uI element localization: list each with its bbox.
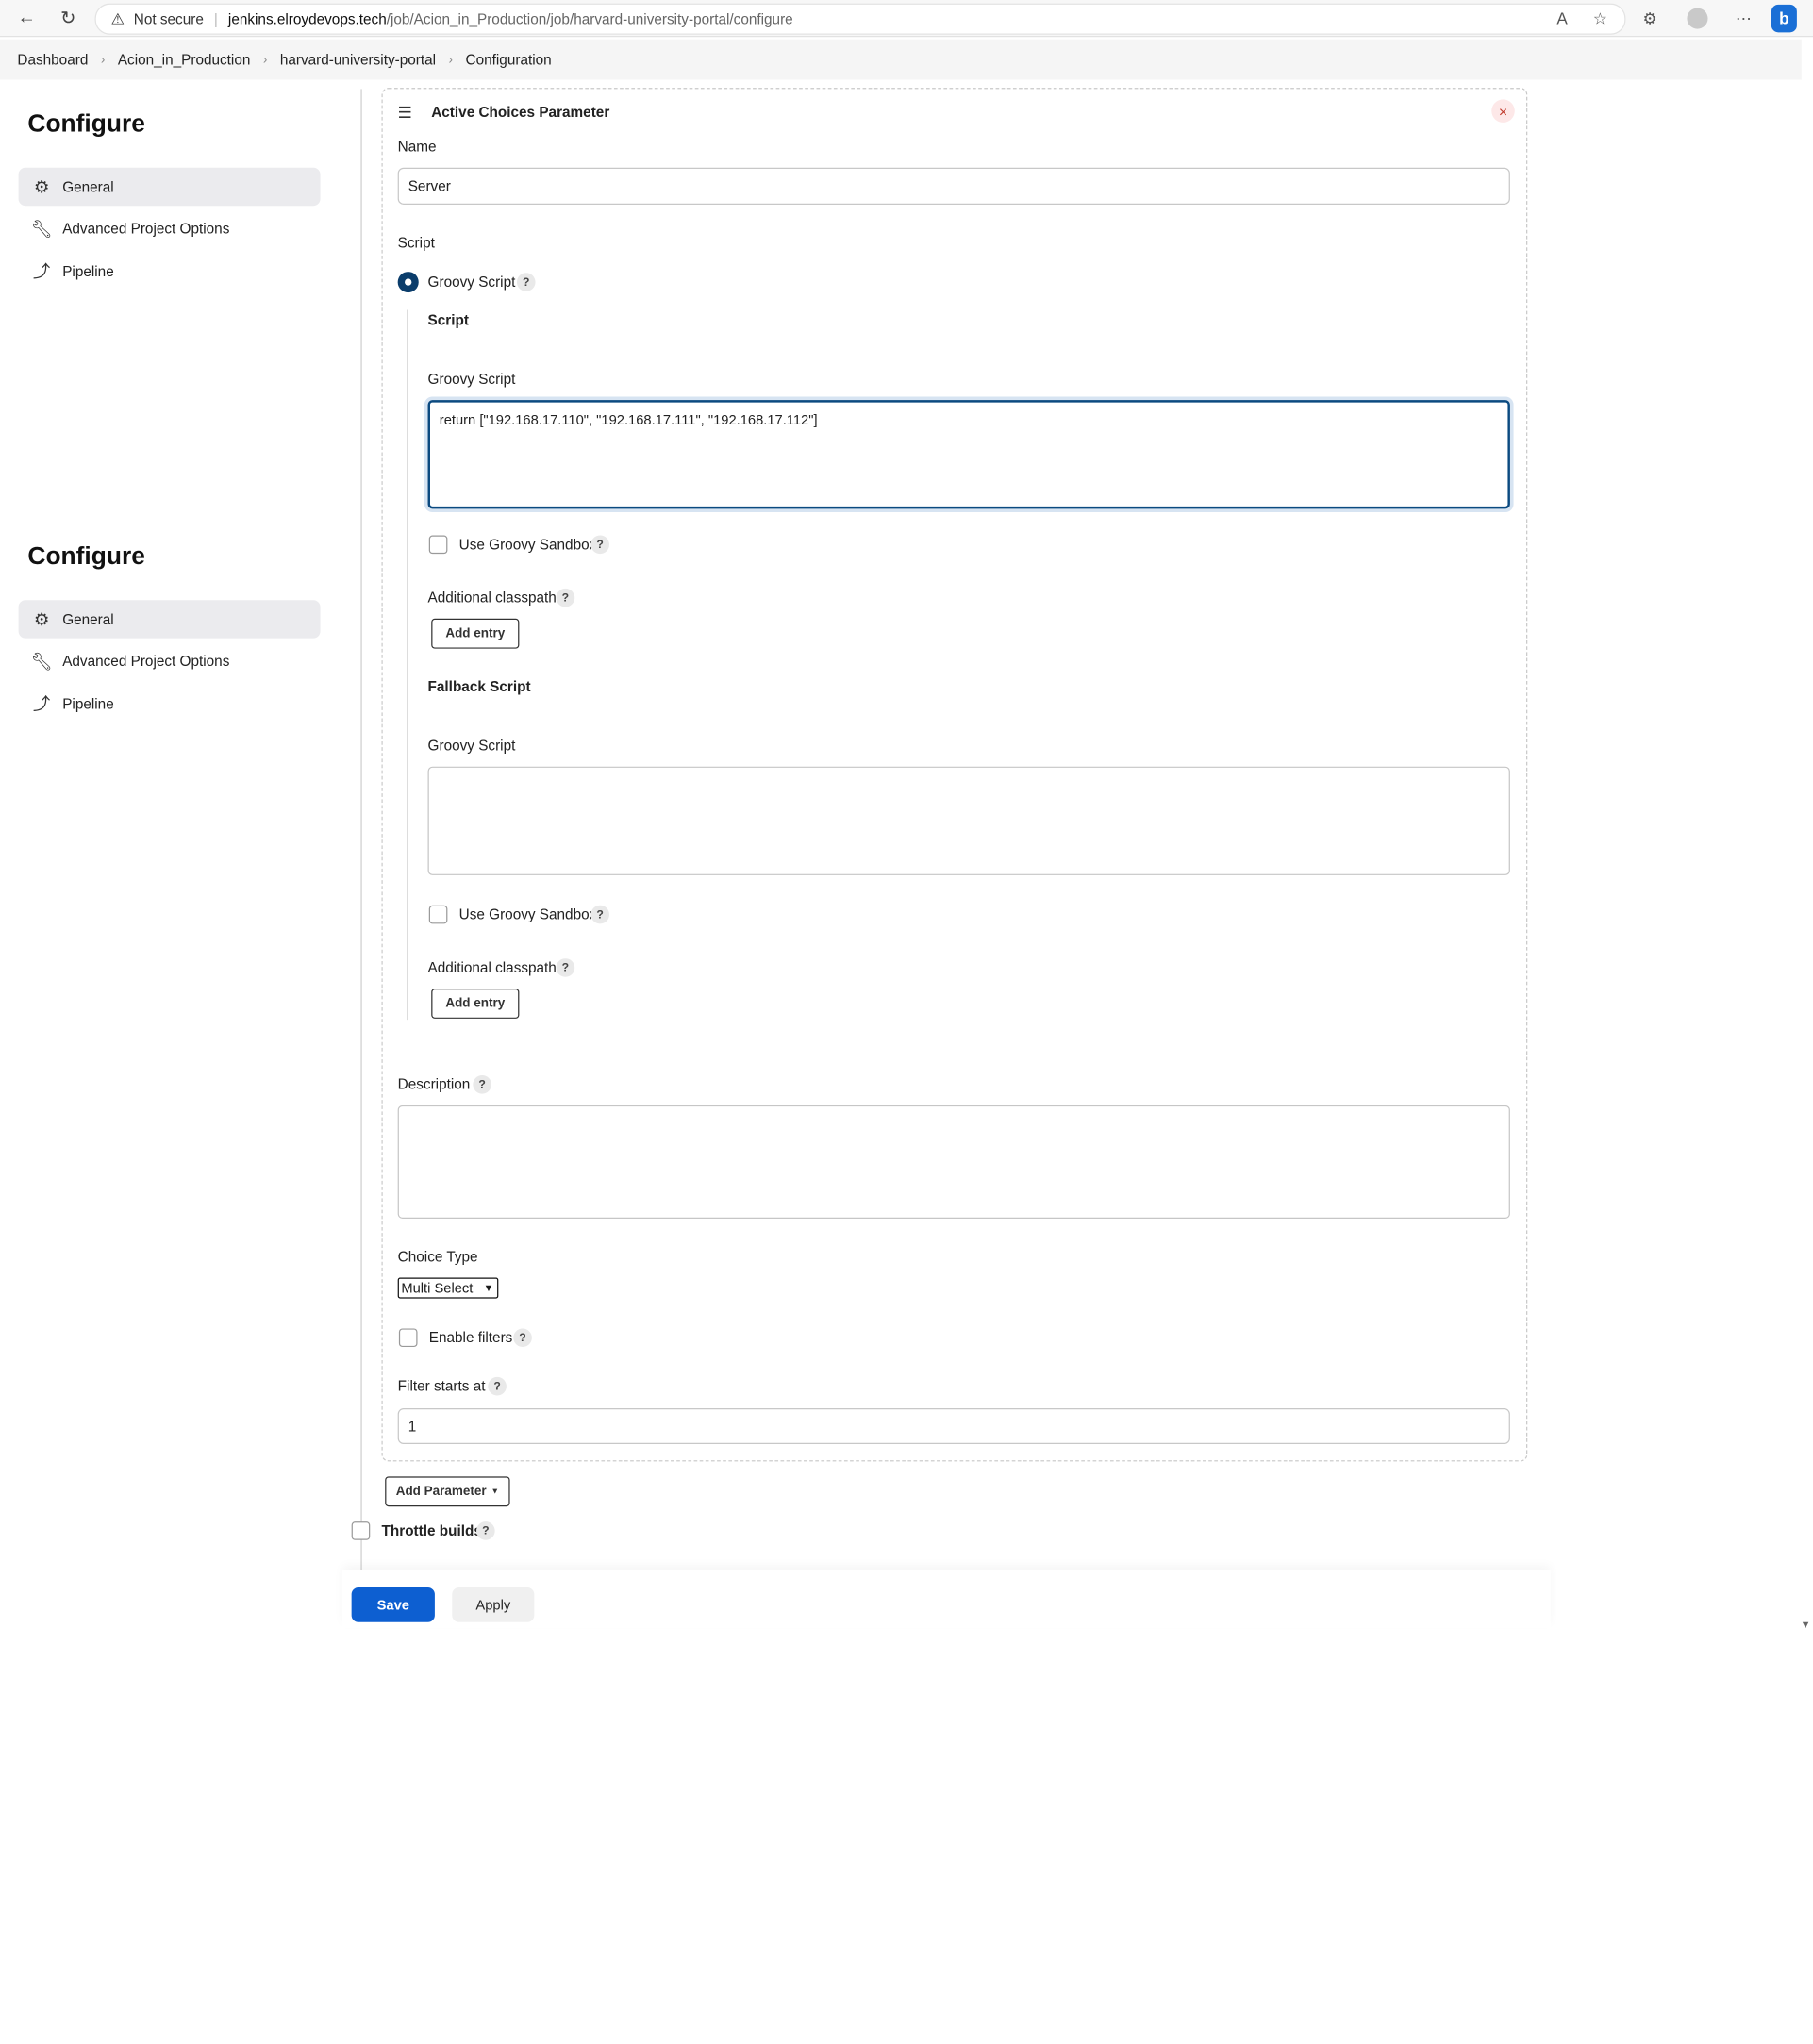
name-label: Name: [397, 139, 437, 156]
use-groovy-sandbox-label: Use Groovy Sandbox: [458, 536, 597, 553]
groovy-script-label: Groovy Script: [427, 371, 516, 388]
chevron-right-icon: ›: [100, 52, 106, 67]
sidebar-item-label: Pipeline: [62, 695, 114, 712]
back-icon[interactable]: ←: [14, 6, 40, 31]
sidebar-item-label: Advanced Project Options: [62, 652, 230, 670]
choice-type-value: Multi Select: [401, 1279, 474, 1297]
add-parameter-label: Add Parameter: [395, 1484, 487, 1499]
drag-handle-icon[interactable]: ☰: [398, 103, 412, 123]
sidebar-item-label: Pipeline: [62, 262, 114, 280]
sidebar-title: Configure: [27, 109, 145, 138]
script-label: Script: [397, 234, 435, 251]
extensions-icon[interactable]: ⚙: [1638, 6, 1663, 31]
address-bar[interactable]: ⚠ Not secure | jenkins.elroydevops.tech /…: [94, 3, 1626, 35]
groovy-script-radio-label: Groovy Script: [427, 274, 516, 291]
browser-toolbar: ← ↻ ⚠ Not secure | jenkins.elroydevops.t…: [0, 0, 1813, 38]
favorite-star-icon[interactable]: ☆: [1588, 6, 1613, 31]
pipeline-icon: ⤴: [32, 262, 51, 283]
groovy-script-textarea[interactable]: return ["192.168.17.110", "192.168.17.11…: [427, 400, 1510, 509]
gear-icon: ⚙: [33, 177, 50, 197]
enable-filters-label: Enable filters: [428, 1329, 513, 1346]
help-icon[interactable]: ?: [513, 1328, 532, 1348]
chevron-right-icon: ›: [262, 52, 268, 67]
script-section-title: Script: [427, 311, 469, 329]
profile-avatar-icon[interactable]: [1687, 8, 1708, 29]
help-icon[interactable]: ?: [476, 1521, 495, 1540]
add-entry-button[interactable]: Add entry: [431, 618, 520, 649]
parameter-header: Active Choices Parameter: [431, 104, 610, 121]
filter-starts-input[interactable]: 1: [397, 1408, 1510, 1445]
fallback-additional-classpath-label: Additional classpath: [427, 959, 557, 976]
choice-type-select[interactable]: Multi Select ▼: [397, 1277, 499, 1299]
help-icon[interactable]: ?: [473, 1074, 491, 1094]
chevron-right-icon: ›: [448, 52, 454, 67]
gear-icon: ⚙: [33, 609, 50, 630]
caret-down-icon: ▼: [491, 1487, 500, 1496]
refresh-icon[interactable]: ↻: [56, 6, 81, 31]
sidebar-title: Configure: [27, 541, 145, 571]
url-separator: |: [213, 10, 218, 27]
use-groovy-sandbox-checkbox[interactable]: [428, 535, 448, 555]
help-icon[interactable]: ?: [590, 905, 609, 924]
section-divider: [360, 89, 362, 1571]
read-aloud-icon[interactable]: A: [1550, 6, 1575, 31]
sidebar-item-advanced[interactable]: 🔧︎ Advanced Project Options: [19, 209, 321, 247]
pipeline-icon: ⤴: [32, 694, 51, 715]
breadcrumb-job[interactable]: harvard-university-portal: [280, 52, 436, 68]
groovy-script-radio[interactable]: [397, 272, 419, 293]
fallback-add-entry-button[interactable]: Add entry: [431, 989, 520, 1019]
wrench-icon: 🔧︎: [30, 651, 53, 672]
warning-icon: ⚠: [110, 9, 125, 27]
add-parameter-button[interactable]: Add Parameter ▼: [385, 1476, 510, 1507]
fallback-groovy-script-label: Groovy Script: [427, 738, 516, 755]
throttle-builds-label: Throttle builds: [381, 1522, 482, 1539]
sidebar-item-label: Advanced Project Options: [62, 220, 230, 237]
breadcrumb-configuration[interactable]: Configuration: [466, 52, 552, 68]
fallback-script-title: Fallback Script: [427, 678, 531, 695]
url-host: jenkins.elroydevops.tech: [227, 10, 387, 27]
wrench-icon: 🔧︎: [30, 219, 53, 240]
apply-button[interactable]: Apply: [452, 1587, 535, 1622]
help-icon[interactable]: ?: [590, 535, 609, 555]
chevron-down-icon: ▼: [483, 1282, 494, 1294]
name-input[interactable]: Server: [397, 167, 1510, 205]
help-icon[interactable]: ?: [516, 273, 536, 291]
sidebar-item-label: General: [62, 610, 114, 627]
choice-type-label: Choice Type: [397, 1248, 478, 1266]
description-textarea[interactable]: [397, 1105, 1510, 1219]
sidebar-item-label: General: [62, 178, 114, 195]
fallback-use-groovy-sandbox-checkbox[interactable]: [428, 905, 448, 924]
breadcrumb-dashboard[interactable]: Dashboard: [17, 52, 88, 68]
breadcrumb: Dashboard › Acion_in_Production › harvar…: [0, 39, 1802, 80]
breadcrumb-folder[interactable]: Acion_in_Production: [118, 52, 251, 68]
fallback-groovy-script-textarea[interactable]: [427, 766, 1510, 875]
close-icon[interactable]: ×: [1491, 99, 1515, 123]
sidebar-item-general[interactable]: ⚙ General: [18, 600, 321, 639]
sidebar-item-advanced[interactable]: 🔧︎ Advanced Project Options: [19, 641, 321, 679]
sidebar-item-pipeline[interactable]: ⤴ Pipeline: [19, 252, 321, 290]
fallback-use-groovy-sandbox-label: Use Groovy Sandbox: [458, 906, 597, 923]
nested-section-line: [407, 309, 408, 1021]
enable-filters-checkbox[interactable]: [398, 1328, 418, 1348]
sidebar-item-pipeline[interactable]: ⤴ Pipeline: [19, 685, 321, 723]
throttle-builds-checkbox[interactable]: [351, 1521, 371, 1540]
bing-icon[interactable]: b: [1771, 4, 1797, 33]
more-menu-icon[interactable]: ⋯: [1731, 6, 1756, 31]
description-label: Description: [397, 1076, 471, 1093]
security-label: Not secure: [133, 10, 204, 27]
filter-starts-label: Filter starts at: [397, 1378, 486, 1395]
scroll-down-arrow-icon[interactable]: ▼: [1801, 1619, 1811, 1630]
additional-classpath-label: Additional classpath: [427, 590, 557, 607]
help-icon[interactable]: ?: [488, 1376, 507, 1396]
url-path: /job/Acion_in_Production/job/harvard-uni…: [386, 10, 793, 27]
sidebar-item-general[interactable]: ⚙ General: [18, 167, 321, 207]
help-icon[interactable]: ?: [556, 588, 575, 607]
save-button[interactable]: Save: [351, 1587, 435, 1622]
help-icon[interactable]: ?: [556, 958, 575, 977]
